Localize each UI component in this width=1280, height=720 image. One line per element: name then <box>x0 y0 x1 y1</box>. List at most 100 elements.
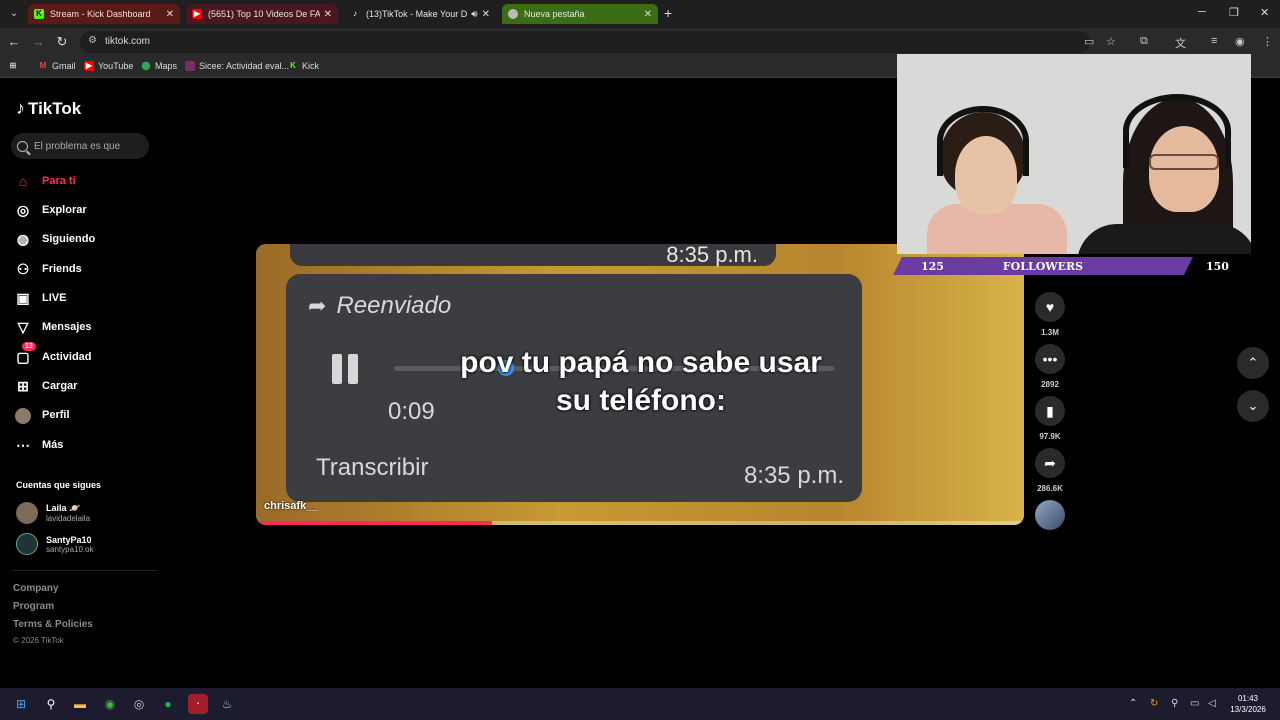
sicee-icon <box>185 61 195 71</box>
nav-para-ti[interactable]: ⌂ Para ti <box>14 171 76 191</box>
menu-icon[interactable]: ⋮ <box>1262 35 1273 48</box>
apps-icon[interactable]: ⊞ <box>8 61 22 71</box>
video-caption: pov tu papá no sabe usar su teléfono: <box>460 346 822 417</box>
microphone-icon[interactable]: ⚲ <box>1171 698 1178 709</box>
send-icon: ▽ <box>17 319 29 335</box>
gmail-icon: M <box>39 61 47 70</box>
network-icon[interactable]: ▭ <box>1190 698 1199 709</box>
search-input[interactable]: El problema es que <box>11 133 149 159</box>
bookmark-sicee[interactable]: Sicee: Actividad eval... <box>185 61 289 71</box>
followed-account[interactable]: Laila 🪐 lavidadelaila <box>16 502 90 524</box>
nav-explorar[interactable]: ◎ Explorar <box>14 200 87 220</box>
message-time: 8:35 p.m. <box>743 462 844 489</box>
search-icon[interactable]: ⚲ <box>41 694 61 714</box>
avatar <box>16 533 38 555</box>
steam-icon[interactable]: ♨ <box>217 694 237 714</box>
nav-mas[interactable]: ⋯ Más <box>14 435 63 455</box>
tab-tiktok[interactable]: ♪ (13)TikTok - Make Your Day 🔊︎ ✕ <box>344 4 496 24</box>
nav-friends[interactable]: ⚇ Friends <box>14 259 82 279</box>
tab-title: Nueva pestaña <box>524 9 585 19</box>
bookmark-youtube[interactable]: ▶ YouTube <box>84 61 133 71</box>
chrome-icon[interactable]: ◉ <box>100 694 120 714</box>
volume-icon[interactable]: ◁ <box>1208 698 1216 709</box>
footer-company[interactable]: Company <box>13 583 59 594</box>
pause-icon <box>330 354 360 384</box>
spotify-icon[interactable]: ● <box>158 694 178 714</box>
divider <box>12 570 158 571</box>
previous-video-button[interactable]: ⌃ <box>1237 347 1269 379</box>
new-tab-button[interactable]: + <box>664 5 672 21</box>
close-icon[interactable]: ✕ <box>324 9 332 20</box>
site-info-icon[interactable]: ⚙ <box>88 35 97 46</box>
author-avatar-button[interactable] <box>1034 500 1066 530</box>
tab-kick-dashboard[interactable]: K Stream - Kick Dashboard ✕ <box>28 4 180 24</box>
chevron-up-icon: ⌃ <box>1247 355 1259 370</box>
minimize-icon[interactable]: ─ <box>1198 6 1206 18</box>
update-icon[interactable]: ↻ <box>1150 698 1158 709</box>
inbox-icon: ▢ 13 <box>14 342 36 366</box>
nav-siguiendo[interactable]: ◍ Siguiendo <box>14 229 95 249</box>
followers-label: FOLLOWERS <box>1002 260 1084 273</box>
speaker-icon[interactable]: 🔊︎ <box>471 9 477 20</box>
followers-goal: 150 <box>1206 260 1229 273</box>
tray-chevron-up-icon[interactable]: ⌃ <box>1129 698 1137 709</box>
close-icon[interactable]: ✕ <box>644 9 652 20</box>
copyright: © 2026 TikTok <box>13 636 64 645</box>
footer-terms[interactable]: Terms & Policies <box>13 619 93 630</box>
share-button[interactable]: ➦ 286.6K <box>1034 448 1066 493</box>
next-video-button[interactable]: ⌄ <box>1237 390 1269 422</box>
file-explorer-icon[interactable]: ▬ <box>70 694 90 714</box>
followed-account[interactable]: SantyPa10 santypa10.ok <box>16 533 94 555</box>
nav-actividad[interactable]: ▢ 13 Actividad <box>14 342 92 367</box>
compass-icon: ◎ <box>16 202 30 218</box>
tiktok-icon: ♪ <box>16 98 25 118</box>
app-icon[interactable]: ▪ <box>188 694 208 714</box>
home-icon: ⌂ <box>18 173 28 189</box>
media-icon[interactable]: ≡ <box>1211 35 1217 47</box>
comment-button[interactable]: ••• 2892 <box>1034 344 1066 389</box>
forwarded-label: ➦ Reenviado <box>308 292 452 319</box>
start-icon[interactable]: ⊞ <box>11 694 31 714</box>
restore-icon[interactable]: ❐ <box>1229 6 1239 19</box>
close-window-icon[interactable]: ✕ <box>1260 6 1269 19</box>
nav-perfil[interactable]: Perfil <box>14 405 70 425</box>
video-author[interactable]: chrisafk__ <box>264 500 318 512</box>
bookmark-button[interactable]: ▮ 97.9K <box>1034 396 1066 441</box>
share-icon: ➦ <box>1035 448 1065 478</box>
obs-icon[interactable]: ◎ <box>129 694 149 714</box>
star-icon[interactable]: ☆ <box>1106 35 1116 48</box>
nav-live[interactable]: ▣ LIVE <box>14 288 66 308</box>
tiktok-sidebar: ♪ TikTok El problema es que ⌂ Para ti ◎ Ex… <box>0 80 168 688</box>
tab-search-icon[interactable]: ⌄ <box>6 6 22 22</box>
translate-icon[interactable]: 文 <box>1175 35 1186 51</box>
tab-title: Stream - Kick Dashboard <box>50 9 151 19</box>
forward-icon[interactable]: → <box>30 34 46 50</box>
close-icon[interactable]: ✕ <box>166 9 174 20</box>
system-clock[interactable]: 01:43 13/3/2026 <box>1226 693 1270 715</box>
like-button[interactable]: ♥ 1.3M <box>1034 292 1066 337</box>
reload-icon[interactable]: ↻ <box>54 34 70 50</box>
bookmark-maps[interactable]: ⬤ Maps <box>141 61 178 71</box>
nav-cargar[interactable]: ⊞ Cargar <box>14 376 77 396</box>
avatar <box>1035 500 1065 530</box>
nav-mensajes[interactable]: ▽ Mensajes <box>14 317 92 337</box>
bookmark-kick[interactable]: K Kick <box>288 61 319 71</box>
tab-new-tab[interactable]: Nueva pestaña ✕ <box>502 4 658 24</box>
heart-icon: ♥ <box>1035 292 1065 322</box>
streamer-right-body <box>1077 224 1251 254</box>
tab-strip: ⌄ K Stream - Kick Dashboard ✕ ▶ (5651) T… <box>0 0 1280 28</box>
video-player[interactable]: 8:35 p.m. ➦ Reenviado 0:09 Transcribir 8:… <box>256 244 1024 525</box>
profile-icon[interactable]: ◉ <box>1235 35 1245 48</box>
address-bar[interactable]: ⚙ tiktok.com <box>80 31 1090 53</box>
tiktok-logo[interactable]: ♪ TikTok <box>16 98 81 119</box>
extensions-icon[interactable]: ⧉ <box>1140 35 1148 48</box>
footer-program[interactable]: Program <box>13 601 54 612</box>
cast-icon[interactable]: ▭ <box>1084 35 1094 48</box>
kick-icon: K <box>34 9 44 19</box>
audio-duration: 0:09 <box>388 398 435 425</box>
video-progress-bar[interactable] <box>256 521 1024 525</box>
bookmark-gmail[interactable]: M Gmail <box>38 61 76 71</box>
close-icon[interactable]: ✕ <box>482 9 490 20</box>
tab-youtube[interactable]: ▶ (5651) Top 10 Videos De FANTA ✕ <box>186 4 338 24</box>
back-icon[interactable]: ← <box>6 34 22 50</box>
